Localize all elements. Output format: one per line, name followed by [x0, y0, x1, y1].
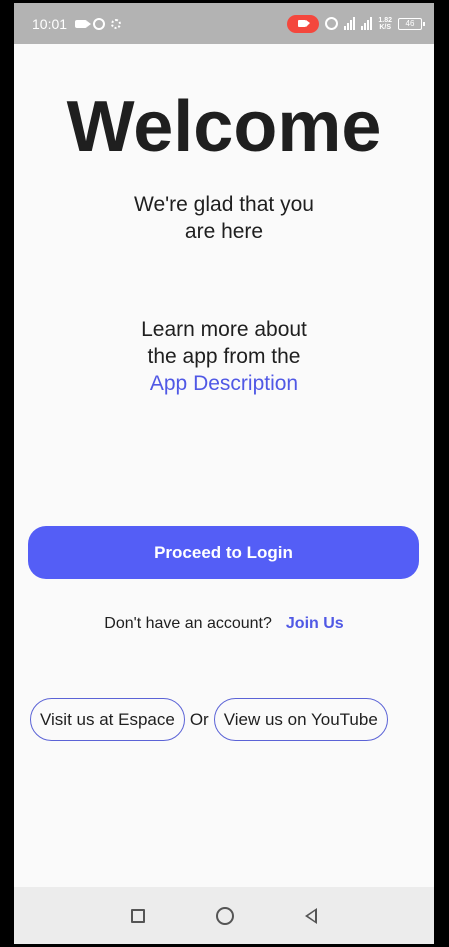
network-speed-value: 1.82: [378, 16, 392, 24]
network-speed-unit: K/S: [379, 23, 392, 31]
signal-icon-2: [361, 17, 373, 30]
battery-level: 46: [405, 18, 415, 28]
signup-row: Don't have an account? Join Us: [14, 615, 434, 633]
system-nav-bar: [14, 887, 434, 944]
or-separator: Or: [189, 709, 209, 729]
learn-more-text: Learn more about the app from the App De…: [14, 316, 434, 397]
sync-icon: [111, 18, 122, 29]
welcome-subtitle: We're glad that you are here: [14, 191, 434, 245]
video-camera-icon: [75, 19, 92, 28]
subtitle-line-2: are here: [184, 220, 264, 243]
app-description-link[interactable]: App Description: [14, 370, 434, 397]
status-right-group: 1.82 K/S 46: [287, 14, 425, 33]
status-time: 10:01: [32, 15, 68, 32]
learn-line-1: Learn more about: [141, 318, 307, 341]
page-title: Welcome: [66, 87, 382, 167]
learn-line-2: the app from the: [147, 345, 301, 368]
view-youtube-button[interactable]: View us on YouTube: [213, 698, 388, 741]
alarm-icon: [325, 17, 339, 30]
screen-recorder-icon: [93, 17, 106, 30]
external-links-row: Visit us at Espace Or View us on YouTube: [30, 698, 388, 741]
recording-badge-icon: [287, 14, 320, 33]
app-screen: 10:01 1.82 K/S 46 Welcome We're glad tha…: [14, 3, 434, 944]
signup-prompt: Don't have an account?: [104, 615, 272, 632]
network-speed: 1.82 K/S: [378, 17, 392, 31]
battery-icon: 46: [398, 17, 425, 30]
join-us-link[interactable]: Join Us: [286, 615, 344, 633]
status-bar: 10:01 1.82 K/S 46: [14, 3, 434, 44]
home-icon[interactable]: [215, 906, 234, 925]
recent-apps-icon[interactable]: [131, 908, 146, 923]
back-icon[interactable]: [304, 907, 317, 924]
subtitle-line-1: We're glad that you: [134, 193, 314, 216]
signal-icon: [344, 17, 356, 30]
proceed-to-login-button[interactable]: Proceed to Login: [28, 526, 419, 579]
visit-espace-button[interactable]: Visit us at Espace: [30, 698, 185, 741]
